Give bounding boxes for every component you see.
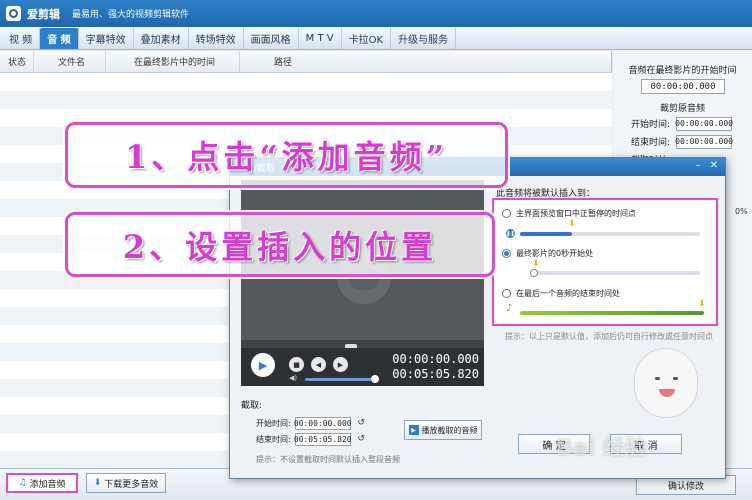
clip-start-row: 开始时间: 00:00:00.000 <box>631 116 746 131</box>
download-more-label: 下载更多音效 <box>104 479 159 490</box>
prev-frame-icon[interactable]: ◀ <box>311 357 326 372</box>
cut-end-label: 结束时间: <box>256 434 291 444</box>
clip-end-field[interactable]: 00:00:00.000 <box>675 134 733 149</box>
option-start-zero[interactable]: 最终影片的0秒开始处 <box>502 248 593 259</box>
cut-start-field[interactable]: 00:00:00.000 <box>294 416 352 430</box>
play-icon[interactable]: ▶ <box>251 353 275 377</box>
annotation-step-2-text: 2、设置插入的位置 <box>122 227 438 266</box>
option-paused-label: 主界面预览窗口中正暂停的时间点 <box>516 209 636 218</box>
reset-end-icon[interactable]: ↺ <box>355 433 368 446</box>
insert-tip: 提示：以上只是默认值，添加后仍可自行修改或任意时间点 <box>505 332 713 341</box>
mascot-eye <box>673 377 678 380</box>
tab-mtv[interactable]: M T V <box>299 28 342 49</box>
clip-end-row: 结束时间: 00:00:00.000 <box>631 134 746 149</box>
clip-start-label: 开始时间: <box>631 120 671 130</box>
next-frame-icon[interactable]: ▶ <box>333 357 348 372</box>
close-icon[interactable]: ✕ <box>707 160 721 173</box>
column-path[interactable]: 路径 <box>240 51 340 73</box>
cut-tip: 提示：不设置截取时间默认插入整段音频 <box>256 455 400 464</box>
timecode-total: 00:05:05.820 <box>392 367 479 381</box>
mascot-eye <box>655 377 660 380</box>
down-arrow-icon: ⬇ <box>698 299 706 309</box>
start-zero-knob <box>530 269 538 277</box>
tab-karaoke[interactable]: 卡拉OK <box>342 28 392 49</box>
add-audio-label: 添加音频 <box>29 479 66 490</box>
down-arrow-icon: ⬇ <box>532 259 540 269</box>
column-time[interactable]: 在最终影片中的时间 <box>106 50 240 73</box>
timecode-display: 00:00:00.000 00:05:05.820 <box>391 352 479 382</box>
down-arrow-icon: ⬇ <box>568 219 576 229</box>
tab-audio[interactable]: 音 频 <box>40 28 79 49</box>
reset-start-icon[interactable]: ↺ <box>355 417 368 430</box>
app-slogan: 最易用、强大的视频剪辑软件 <box>72 10 190 20</box>
play-clip-button[interactable]: ▶ 播放截取的音频 <box>404 420 482 440</box>
watermark: Bai 经验 <box>556 436 647 461</box>
clip-end-label: 结束时间: <box>631 138 671 148</box>
tab-upgrade[interactable]: 升级与服务 <box>391 28 457 49</box>
option-after-last-audio[interactable]: 在最后一个音频的结束时间处 <box>502 288 620 299</box>
audio-timeline-track <box>520 311 704 315</box>
timecode-current: 00:00:00.000 <box>392 352 479 366</box>
radio-paused-point[interactable] <box>502 209 511 218</box>
cut-start-label: 开始时间: <box>256 418 291 428</box>
app-name: 爱剪辑 <box>27 7 60 21</box>
tab-video[interactable]: 视 频 <box>2 28 41 49</box>
music-note-icon: ♪ <box>506 303 513 314</box>
clip-section-title: 裁剪原音频 <box>659 104 705 114</box>
volume-percent: 0% <box>735 207 748 216</box>
music-note-icon: ♫ <box>18 478 27 488</box>
cut-section: 开始时间: 00:00:00.000 ↺ 结束时间: 00:05:05.820 … <box>246 410 482 450</box>
title-bar: 爱剪辑 最易用、强大的视频剪辑软件 <box>0 0 752 27</box>
list-header: 状态 文件名 在最终影片中的时间 路径 <box>0 50 611 73</box>
volume-icon[interactable]: ◀) <box>289 374 299 382</box>
download-more-sounds-button[interactable]: ⬇ 下载更多音效 <box>86 473 166 493</box>
option-start-zero-label: 最终影片的0秒开始处 <box>516 249 594 258</box>
play-clip-label: 播放截取的音频 <box>421 425 478 435</box>
app-logo-icon <box>6 6 21 21</box>
play-clip-icon: ▶ <box>408 425 419 435</box>
add-audio-button[interactable]: ♫ 添加音频 <box>6 473 78 493</box>
tab-styles[interactable]: 画面风格 <box>244 28 299 49</box>
annotation-step-2: 2、设置插入的位置 <box>65 212 495 277</box>
start-time-field[interactable]: 00:00:00.000 <box>641 79 725 94</box>
playback-controls: ▶ ■ ◀ ▶ ◀) 00:00:00.000 00:05:05.820 <box>241 348 484 386</box>
tab-transitions[interactable]: 转场特效 <box>189 28 244 49</box>
cut-end-row: 结束时间: 00:05:05.820 ↺ <box>256 432 396 446</box>
main-tab-bar: 视 频 音 频 字幕特效 叠加素材 转场特效 画面风格 M T V 卡拉OK 升… <box>0 27 752 50</box>
mascot-image <box>634 348 698 418</box>
radio-start-zero[interactable] <box>502 249 511 258</box>
clip-start-field[interactable]: 00:00:00.000 <box>675 116 733 131</box>
paused-point-fill <box>520 232 572 236</box>
radio-after-last-audio[interactable] <box>502 289 511 298</box>
seek-bar[interactable] <box>241 340 484 348</box>
tab-subtitle-effects[interactable]: 字幕特效 <box>79 28 134 49</box>
minimize-icon[interactable]: – <box>691 160 705 173</box>
annotation-step-1-text: 1、点击“添加音频” <box>124 138 449 176</box>
column-status[interactable]: 状态 <box>0 50 34 73</box>
volume-knob[interactable] <box>371 375 379 383</box>
mascot-mouth <box>659 389 675 397</box>
download-icon: ⬇ <box>93 478 102 488</box>
cut-start-row: 开始时间: 00:00:00.000 ↺ <box>256 416 396 430</box>
option-after-last-label: 在最后一个音频的结束时间处 <box>516 289 620 298</box>
tab-overlay[interactable]: 叠加素材 <box>134 28 189 49</box>
stop-icon[interactable]: ■ <box>289 357 304 372</box>
volume-slider[interactable] <box>305 378 375 381</box>
start-time-title: 音频在最终影片的开始时间 <box>628 66 737 76</box>
start-zero-track <box>532 271 700 275</box>
insert-options-box: 主界面预览窗口中正暂停的时间点 ❚❚ ⬇ 最终影片的0秒开始处 ⬇ 在最后一个音… <box>492 198 718 326</box>
column-filename[interactable]: 文件名 <box>34 50 106 73</box>
annotation-step-1: 1、点击“添加音频” <box>65 122 508 188</box>
cut-end-field[interactable]: 00:05:05.820 <box>294 432 352 446</box>
option-paused-point[interactable]: 主界面预览窗口中正暂停的时间点 <box>502 208 636 219</box>
pause-icon: ❚❚ <box>506 229 515 238</box>
preview-cut-dialog: 预览/截取 – ✕ ▶ ■ ◀ ▶ ◀) 00:00:00.000 00:05:… <box>229 157 726 479</box>
